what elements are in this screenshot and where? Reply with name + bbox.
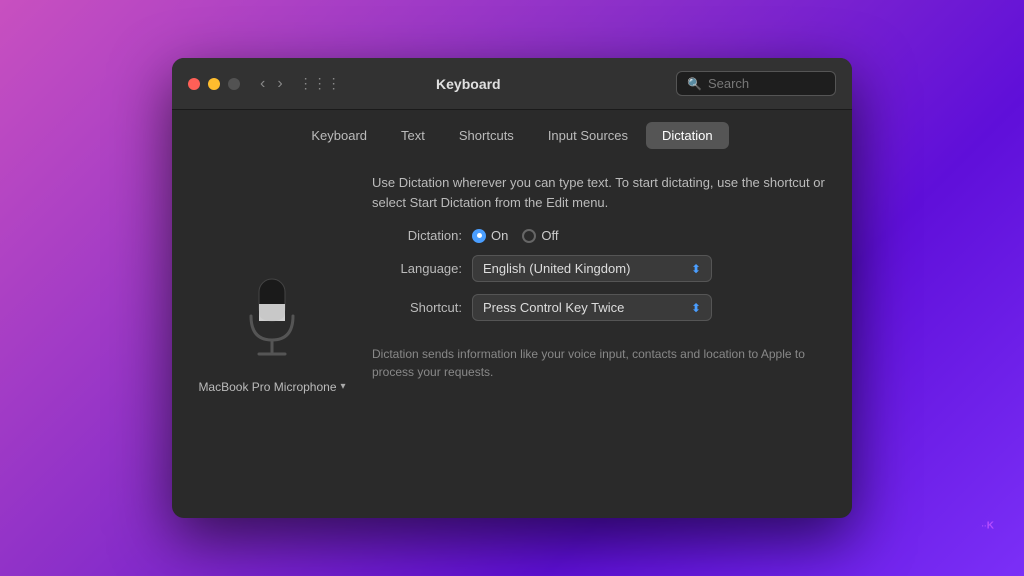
watermark-letter: K <box>987 521 994 532</box>
language-dropdown[interactable]: English (United Kingdom) ⬍ <box>472 255 712 282</box>
tab-dictation[interactable]: Dictation <box>646 122 729 149</box>
maximize-button[interactable] <box>228 78 240 90</box>
titlebar: ‹ › ⋮⋮⋮ Keyboard 🔍 <box>172 58 852 110</box>
dictation-on-option[interactable]: On <box>472 228 508 243</box>
dropdown-arrow-icon: ⬍ <box>691 262 701 276</box>
dictation-setting-row: Dictation: On Off <box>372 228 832 243</box>
dictation-off-label: Off <box>541 228 558 243</box>
tabbar: Keyboard Text Shortcuts Input Sources Di… <box>172 110 852 159</box>
description-text: Use Dictation wherever you can type text… <box>372 173 832 212</box>
close-button[interactable] <box>188 78 200 90</box>
keyboard-window: ‹ › ⋮⋮⋮ Keyboard 🔍 Keyboard Text Shortcu… <box>172 58 852 518</box>
right-panel: Use Dictation wherever you can type text… <box>372 169 832 498</box>
language-value: English (United Kingdom) <box>483 261 630 276</box>
watermark: ··K <box>981 514 994 546</box>
shortcut-setting-row: Shortcut: Press Control Key Twice ⬍ <box>372 294 832 321</box>
chevron-down-icon: ▾ <box>341 381 346 392</box>
minimize-button[interactable] <box>208 78 220 90</box>
privacy-text: Dictation sends information like your vo… <box>372 345 832 381</box>
settings-grid: Dictation: On Off Language: <box>372 228 832 321</box>
shortcut-label: Shortcut: <box>372 300 462 315</box>
shortcut-value: Press Control Key Twice <box>483 300 624 315</box>
microphone-container: MacBook Pro Microphone ▾ <box>198 274 345 394</box>
language-label: Language: <box>372 261 462 276</box>
window-title: Keyboard <box>261 76 676 92</box>
dictation-label: Dictation: <box>372 228 462 243</box>
shortcut-dropdown[interactable]: Press Control Key Twice ⬍ <box>472 294 712 321</box>
dictation-off-radio[interactable] <box>522 229 536 243</box>
dictation-radio-group: On Off <box>472 228 558 243</box>
tab-input-sources[interactable]: Input Sources <box>532 122 644 149</box>
search-input[interactable] <box>708 76 828 91</box>
search-box[interactable]: 🔍 <box>676 71 836 96</box>
microphone-label[interactable]: MacBook Pro Microphone ▾ <box>198 380 345 394</box>
dictation-on-label: On <box>491 228 508 243</box>
tab-shortcuts[interactable]: Shortcuts <box>443 122 530 149</box>
dictation-on-radio[interactable] <box>472 229 486 243</box>
search-icon: 🔍 <box>687 77 702 91</box>
language-setting-row: Language: English (United Kingdom) ⬍ <box>372 255 832 282</box>
left-panel: MacBook Pro Microphone ▾ <box>192 169 352 498</box>
traffic-lights <box>188 78 240 90</box>
main-content: MacBook Pro Microphone ▾ Use Dictation w… <box>172 159 852 518</box>
tab-text[interactable]: Text <box>385 122 441 149</box>
microphone-icon <box>237 274 307 364</box>
shortcut-dropdown-arrow-icon: ⬍ <box>691 301 701 315</box>
tab-keyboard[interactable]: Keyboard <box>295 122 383 149</box>
dictation-off-option[interactable]: Off <box>522 228 558 243</box>
